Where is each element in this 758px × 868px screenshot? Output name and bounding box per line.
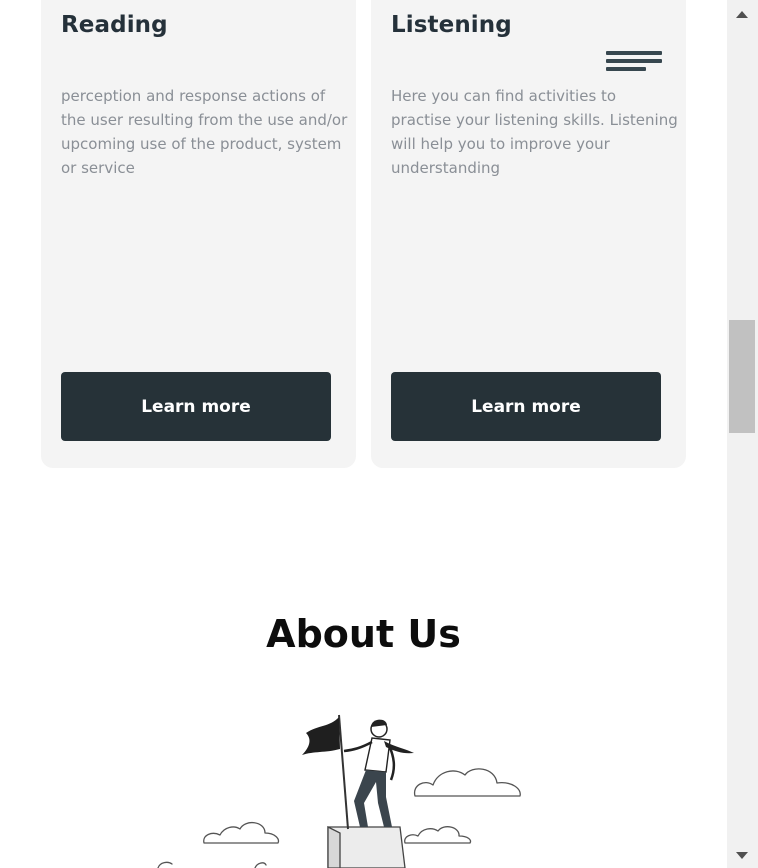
card-description: Here you can find activities to practise… [391,87,678,177]
learn-more-button-listening[interactable]: Learn more [391,372,661,441]
card-title: Reading [61,12,168,38]
about-us-heading: About Us [266,612,461,656]
man-with-flag-illustration-icon [157,714,521,868]
page-viewport: Reading perception and response actions … [0,0,727,868]
reading-card: Reading perception and response actions … [41,0,356,468]
scroll-up-arrow-icon[interactable] [736,11,748,18]
vertical-scrollbar[interactable] [727,0,758,868]
card-title: Listening [391,12,512,38]
card-description: perception and response actions of the u… [61,87,348,177]
menu-line [606,67,646,71]
scroll-down-arrow-icon[interactable] [736,852,748,859]
menu-line [606,59,662,63]
hamburger-menu-icon[interactable] [606,51,662,79]
scrollbar-thumb[interactable] [729,320,755,433]
learn-more-button-reading[interactable]: Learn more [61,372,331,441]
menu-line [606,51,662,55]
